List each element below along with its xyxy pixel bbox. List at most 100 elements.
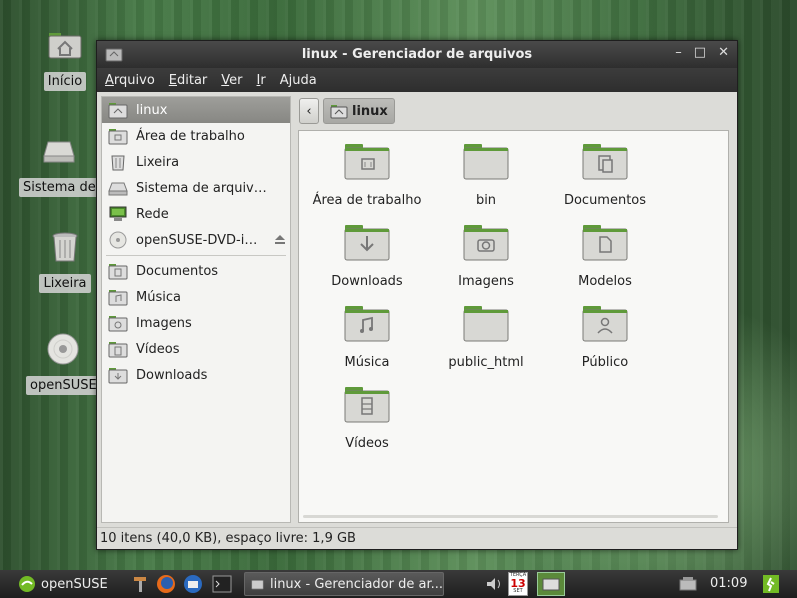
sidebar-item-dvd[interactable]: openSUSE-DVD-i… [102, 227, 290, 253]
calendar-widget[interactable]: TERÇA 13 SET [508, 572, 528, 596]
sidebar-item-videos[interactable]: Vídeos [102, 336, 290, 362]
opensuse-logo-icon [19, 576, 35, 592]
menu-label: r [260, 72, 266, 88]
home-folder-icon [48, 33, 82, 59]
file-item[interactable]: Área de trabalho [307, 141, 427, 208]
path-button-label: linux [352, 103, 388, 119]
videos-folder-icon [108, 342, 128, 358]
folder-icon [251, 580, 264, 590]
maximize-button[interactable]: □ [694, 45, 706, 60]
sidebar-item-downloads[interactable]: Downloads [102, 362, 290, 388]
task-label: linux - Gerenciador de ar... [269, 576, 443, 592]
menu-arquivo[interactable]: Arquivo [105, 73, 155, 88]
window-titlebar[interactable]: linux - Gerenciador de arquivos – □ ✕ [97, 41, 737, 68]
menu-mnemonic: V [221, 72, 230, 88]
desktop-icon-label: Início [43, 72, 87, 91]
start-menu-button[interactable]: openSUSE [0, 575, 120, 593]
desktop-folder-icon [344, 144, 390, 180]
file-item[interactable]: Downloads [307, 222, 427, 289]
desktop-icon-label: openSUSE-DVD-i586 [26, 376, 100, 395]
workspace-switcher[interactable] [537, 572, 565, 596]
menu-label: A [279, 72, 289, 88]
terminal-icon[interactable] [212, 574, 232, 594]
menu-ver[interactable]: Ver [221, 73, 242, 88]
menu-label: er [229, 72, 243, 88]
sidebar-item-trash[interactable]: Lixeira [102, 149, 290, 175]
close-button[interactable]: ✕ [718, 45, 729, 60]
status-text: 10 itens (40,0 KB), espaço livre: 1,9 GB [100, 531, 356, 546]
disc-icon [47, 333, 79, 365]
sidebar-item-pictures[interactable]: Imagens [102, 310, 290, 336]
desktop-icon-filesystem[interactable]: Sistema de arquivos [14, 134, 104, 201]
menu-ir[interactable]: Ir [257, 73, 266, 88]
window-content: linux Área de trabalho Lixeira Sistema d… [97, 92, 737, 527]
eject-icon[interactable] [274, 233, 286, 245]
horizontal-scrollbar[interactable] [303, 515, 718, 518]
removable-media-icon[interactable] [678, 574, 698, 594]
camera-folder-icon [463, 225, 509, 261]
desktop-icon-label: Sistema de arquivos [19, 178, 99, 197]
file-item-label: Documentos [563, 193, 647, 208]
places-sidebar: linux Área de trabalho Lixeira Sistema d… [101, 96, 291, 523]
sidebar-item-documents[interactable]: Documentos [102, 258, 290, 284]
menu-mnemonic: A [105, 72, 114, 88]
path-back-button[interactable]: ‹ [299, 98, 319, 124]
file-item[interactable]: Público [545, 303, 665, 370]
drive-icon [43, 141, 75, 163]
sidebar-item-filesystem[interactable]: Sistema de arquiv… [102, 175, 290, 201]
menu-label: rquivo [113, 72, 155, 88]
desktop-icon-dvd[interactable]: openSUSE-DVD-i586 [18, 332, 108, 399]
menu-label: ditar [177, 72, 208, 88]
clock[interactable]: 01:09 [710, 576, 747, 591]
docs-folder-icon [582, 144, 628, 180]
sidebar-item-music[interactable]: Música [102, 284, 290, 310]
status-bar: 10 itens (40,0 KB), espaço livre: 1,9 GB [97, 527, 737, 549]
file-item-label: Música [344, 355, 390, 370]
sidebar-item-label: Área de trabalho [136, 128, 245, 144]
file-item[interactable]: public_html [426, 303, 546, 370]
menu-editar[interactable]: Editar [169, 73, 208, 88]
firefox-icon[interactable] [156, 574, 176, 594]
sidebar-item-label: Documentos [136, 263, 219, 279]
desktop-icon-label: Lixeira [39, 274, 91, 293]
file-item-label: bin [475, 193, 497, 208]
file-item[interactable]: Música [307, 303, 427, 370]
file-item-label: Downloads [331, 274, 403, 289]
network-icon [109, 206, 127, 221]
sidebar-item-desktop[interactable]: Área de trabalho [102, 123, 290, 149]
path-bar: ‹ linux [299, 98, 727, 124]
sidebar-item-label: Rede [136, 206, 169, 222]
sidebar-item-network[interactable]: Rede [102, 201, 290, 227]
menu-ajuda[interactable]: Ajuda [280, 73, 317, 88]
tools-icon[interactable] [130, 574, 150, 594]
menu-label: uda [292, 72, 317, 88]
sidebar-item-label: Lixeira [136, 154, 180, 170]
file-item[interactable]: bin [426, 141, 546, 208]
logout-icon[interactable] [762, 574, 780, 594]
file-item[interactable]: Vídeos [307, 384, 427, 451]
file-item[interactable]: Documentos [545, 141, 665, 208]
home-folder-icon [108, 103, 128, 119]
minimize-button[interactable]: – [675, 45, 682, 60]
taskbar-task-file-manager[interactable]: linux - Gerenciador de ar... [244, 572, 444, 596]
path-button-linux[interactable]: linux [323, 98, 395, 124]
file-icon-view[interactable]: Área de trabalho bin Documentos Downloads Im… [298, 130, 729, 523]
file-item-label: Área de trabalho [312, 193, 422, 208]
template-folder-icon [582, 225, 628, 261]
sidebar-item-linux[interactable]: linux [102, 97, 290, 123]
file-item[interactable]: Imagens [426, 222, 546, 289]
file-item[interactable]: Modelos [545, 222, 665, 289]
start-label: openSUSE [41, 576, 108, 592]
volume-icon[interactable] [484, 574, 504, 594]
disc-icon [109, 231, 127, 249]
person-folder-icon [582, 306, 628, 342]
window-title: linux - Gerenciador de arquivos [301, 47, 533, 62]
pictures-folder-icon [108, 316, 128, 332]
sidebar-separator [106, 255, 286, 256]
mail-client-icon[interactable] [183, 574, 203, 594]
folder-icon [463, 144, 509, 180]
sidebar-item-label: Downloads [136, 367, 208, 383]
downloads-folder-icon [108, 368, 128, 384]
file-item-label: public_html [448, 355, 524, 370]
desktop-folder-icon [108, 129, 128, 145]
